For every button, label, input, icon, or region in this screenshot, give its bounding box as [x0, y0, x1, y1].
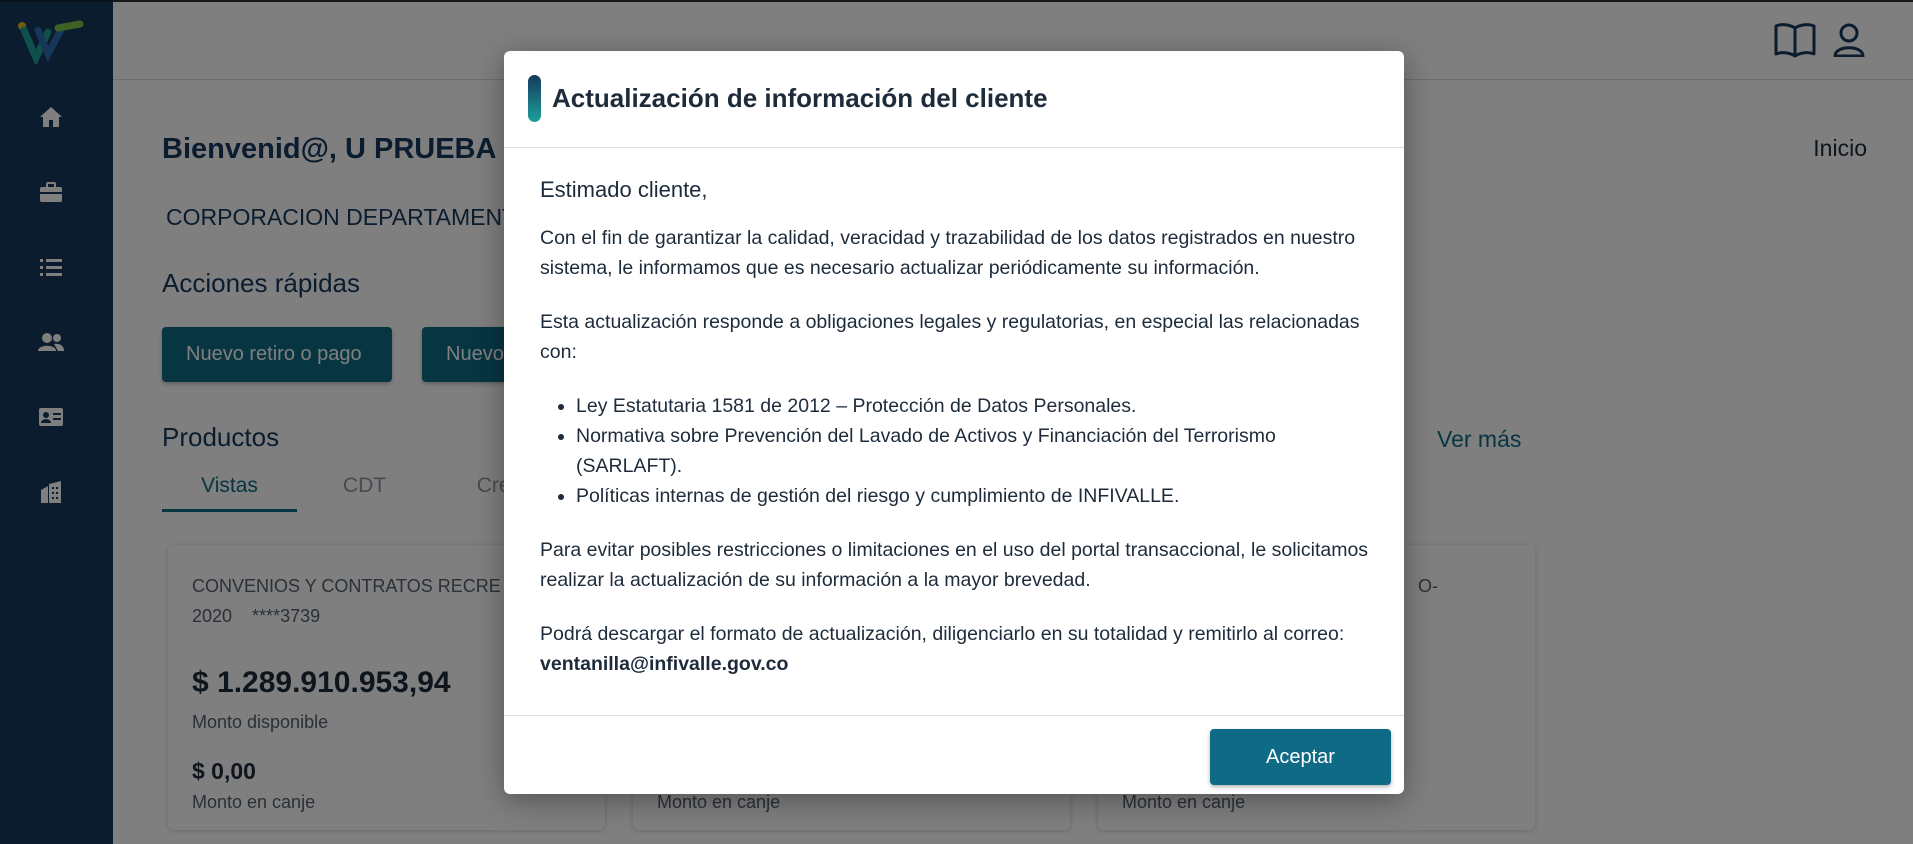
dialog-greeting: Estimado cliente, [540, 177, 708, 202]
list-item: Normativa sobre Prevención del Lavado de… [576, 421, 1374, 481]
regulations-list: Ley Estatutaria 1581 de 2012 – Protecció… [576, 391, 1374, 511]
dialog-paragraph: Esta actualización responde a obligacion… [540, 311, 1360, 363]
dialog-title: Actualización de información del cliente [552, 83, 1048, 113]
dialog-header: Actualización de información del cliente [504, 51, 1404, 148]
list-item: Ley Estatutaria 1581 de 2012 – Protecció… [576, 391, 1374, 421]
dialog-paragraph: Con el fin de garantizar la calidad, ver… [540, 227, 1356, 279]
accept-button[interactable]: Aceptar [1210, 729, 1391, 785]
dialog-body[interactable]: Estimado cliente, Con el fin de garantiz… [504, 149, 1404, 716]
dialog-paragraph: Para evitar posibles restricciones o lim… [540, 539, 1369, 591]
list-item: Políticas internas de gestión del riesgo… [576, 481, 1374, 511]
dialog-accent-bar [528, 75, 541, 122]
client-info-update-dialog: Actualización de información del cliente… [504, 51, 1404, 794]
dialog-paragraph: Podrá descargar el formato de actualizac… [540, 623, 1345, 645]
dialog-footer: Aceptar [504, 715, 1404, 794]
contact-email[interactable]: ventanilla@infivalle.gov.co [540, 649, 1374, 679]
